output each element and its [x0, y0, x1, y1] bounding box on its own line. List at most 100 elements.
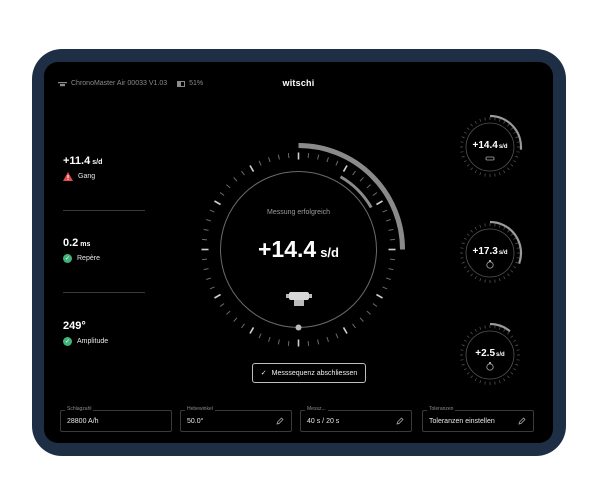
lift-angle-value: 50.0°: [187, 418, 204, 425]
side-dial-tick: [484, 279, 486, 283]
dial-tick: [372, 192, 378, 196]
side-gauge-3-unit: s/d: [496, 352, 505, 358]
watch-crown-icon: [486, 362, 494, 371]
dial-tick: [203, 268, 209, 271]
side-dial-tick: [484, 117, 486, 121]
dial-tick: [214, 293, 221, 299]
side-dial-tick: [515, 242, 519, 245]
side-gauge-3-value: +2.5: [475, 348, 496, 359]
metric-rate-unit: s/d: [92, 159, 103, 166]
side-dial-tick: [466, 270, 470, 273]
metric-rate-value: +11.4: [63, 155, 91, 167]
main-gauge: Messung erfolgreich +14.4 s/d: [186, 137, 411, 362]
lift-angle-label: Hebewinkel: [185, 406, 215, 412]
metric-beat-error-label: Repère: [77, 255, 100, 262]
side-dial-tick: [463, 266, 467, 269]
side-dial-tick: [513, 368, 517, 371]
side-dial-tick: [513, 339, 517, 342]
dial-tick: [388, 228, 394, 231]
side-dial-tick: [474, 226, 477, 230]
side-dial-tick: [466, 335, 470, 338]
side-dial-tick: [484, 173, 486, 177]
main-gauge-value: +14.4: [258, 236, 317, 262]
dial-tick: [287, 152, 290, 159]
checkmark-icon: ✓: [260, 370, 267, 377]
dial-tick: [342, 327, 348, 334]
side-dial-tick: [507, 123, 510, 127]
dial-indicator: [295, 324, 302, 331]
side-gauge-3[interactable]: +2.5s/d: [457, 322, 523, 388]
side-dial-tick: [515, 136, 519, 139]
side-gauge-2-unit: s/d: [498, 250, 508, 256]
side-gauge-2[interactable]: +17.3s/d: [457, 220, 523, 286]
side-gauge-1[interactable]: +14.4s/d: [457, 114, 523, 180]
side-dial-tick: [474, 328, 477, 332]
side-dial-tick: [516, 257, 520, 259]
side-dial-tick: [510, 164, 514, 167]
metric-amplitude: 249° ✓ Amplitude: [63, 320, 108, 346]
beat-rate-field[interactable]: Schlagzahl 28800 A/h: [60, 406, 172, 432]
side-dial-tick: [460, 359, 464, 361]
beat-rate-label: Schlagzahl: [65, 406, 94, 412]
pencil-icon[interactable]: [518, 417, 526, 425]
side-dial-tick: [503, 226, 506, 230]
side-dial-tick: [516, 151, 520, 153]
measurement-time-label: Messz...: [305, 406, 328, 412]
finish-sequence-label: Messsequenz abschliessen: [271, 369, 358, 377]
side-dial-tick: [470, 167, 473, 171]
side-dial-tick: [461, 136, 465, 139]
dial-tick: [249, 165, 255, 172]
side-dial-tick: [510, 335, 514, 338]
tolerances-field[interactable]: Toleranzen Toleranzen einstellen: [422, 406, 534, 432]
lift-angle-field[interactable]: Hebewinkel 50.0°: [180, 406, 292, 432]
side-dial-tick: [498, 278, 501, 282]
side-dial-tick: [470, 229, 473, 233]
dial-tick: [376, 200, 383, 206]
side-dial-tick: [460, 257, 464, 259]
dial-tick: [226, 184, 231, 189]
dial-tick: [241, 323, 245, 329]
measurement-time-field[interactable]: Messz... 40 s / 20 s: [300, 406, 412, 432]
dial-tick: [388, 268, 394, 271]
side-gauge-1-unit: s/d: [498, 144, 508, 150]
dial-tick: [233, 317, 238, 322]
dial-tick: [385, 277, 391, 280]
watch-position-icon: [286, 292, 312, 306]
tablet-frame: ChronoMaster Air 00033 V1.03 51% witschi…: [32, 49, 566, 456]
side-dial-tick: [461, 363, 465, 366]
side-dial-tick: [494, 173, 496, 177]
warning-icon: [63, 172, 73, 181]
dial-tick: [372, 303, 378, 307]
side-dial-tick: [503, 120, 506, 124]
side-dial-tick: [479, 380, 482, 384]
divider: [63, 292, 145, 293]
dial-tick: [268, 157, 271, 163]
dial-tick: [317, 154, 320, 160]
finish-sequence-button[interactable]: ✓ Messsequenz abschliessen: [252, 363, 366, 383]
side-gauge-2-value: +17.3: [472, 246, 498, 257]
side-dial-tick: [466, 372, 470, 375]
side-dial-tick: [470, 331, 473, 335]
side-dial-tick: [513, 237, 517, 240]
dial-tick: [258, 160, 262, 166]
main-gauge-reading: +14.4 s/d: [186, 236, 411, 263]
side-dial-tick: [463, 237, 467, 240]
side-dial-tick: [474, 170, 477, 174]
side-dial-tick: [498, 224, 501, 228]
side-deviation-arc: [489, 220, 523, 264]
side-dial-tick: [474, 276, 477, 280]
side-dial-tick: [503, 170, 506, 174]
metric-rate-label: Gang: [78, 173, 96, 180]
side-dial-tick: [494, 325, 496, 329]
pencil-icon[interactable]: [276, 417, 284, 425]
side-dial-tick: [516, 359, 520, 361]
side-dial-tick: [466, 127, 470, 130]
side-dial-tick: [479, 326, 482, 330]
dial-tick: [249, 327, 255, 334]
dial-tick: [287, 340, 290, 347]
main-gauge-unit: s/d: [320, 245, 339, 260]
side-dial-tick: [507, 375, 510, 379]
tolerance-arc: [339, 175, 373, 209]
dial-tick: [258, 333, 262, 339]
pencil-icon[interactable]: [396, 417, 404, 425]
